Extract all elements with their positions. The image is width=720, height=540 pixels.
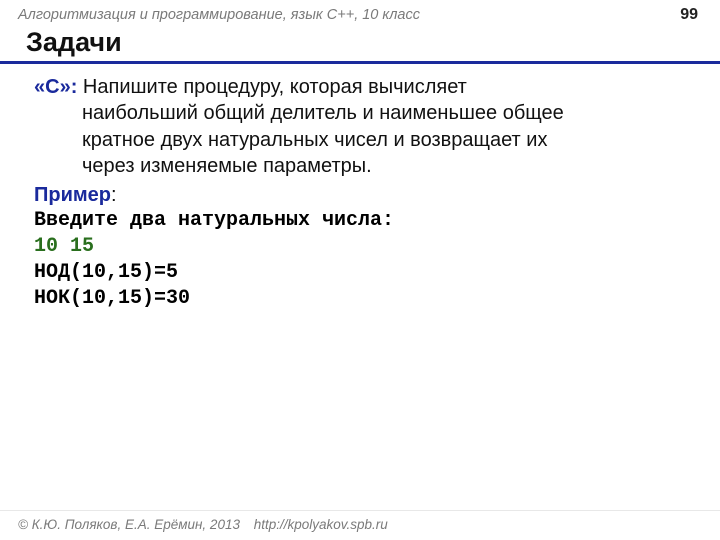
footer-copyright: © К.Ю. Поляков, Е.А. Ерёмин, 2013 [18, 517, 240, 532]
example-out-1: НОД(10,15)=5 [34, 261, 178, 284]
example-label: Пример: [34, 182, 690, 208]
example-prompt: Введите два натуральных числа: [34, 209, 394, 232]
task-line-2: наибольший общий делитель и наименьшее о… [34, 100, 690, 126]
page-number: 99 [680, 6, 698, 24]
example-out-2: НОК(10,15)=30 [34, 287, 190, 310]
task-line-4: через изменяемые параметры. [34, 153, 690, 179]
example-output: Введите два натуральных числа: 10 15 НОД… [34, 208, 690, 312]
footer-url: http://kpolyakov.spb.ru [254, 517, 388, 532]
footer: © К.Ю. Поляков, Е.А. Ерёмин, 2013 http:/… [0, 510, 720, 540]
slide: Алгоритмизация и программирование, язык … [0, 0, 720, 540]
task-text-1: Напишите процедуру, которая вычисляет [77, 76, 466, 98]
content: «С»: Напишите процедуру, которая вычисля… [0, 64, 720, 312]
course-title: Алгоритмизация и программирование, язык … [18, 7, 420, 23]
task-line-1: «С»: Напишите процедуру, которая вычисля… [34, 74, 690, 100]
task-block: «С»: Напишите процедуру, которая вычисля… [34, 74, 690, 180]
task-line-3: кратное двух натуральных чисел и возвращ… [34, 127, 690, 153]
example-colon: : [111, 184, 117, 206]
slide-title: Задачи [0, 25, 720, 64]
task-marker: «С»: [34, 76, 77, 98]
example-input: 10 15 [34, 235, 94, 258]
example-label-text: Пример [34, 184, 111, 206]
header-bar: Алгоритмизация и программирование, язык … [0, 0, 720, 24]
